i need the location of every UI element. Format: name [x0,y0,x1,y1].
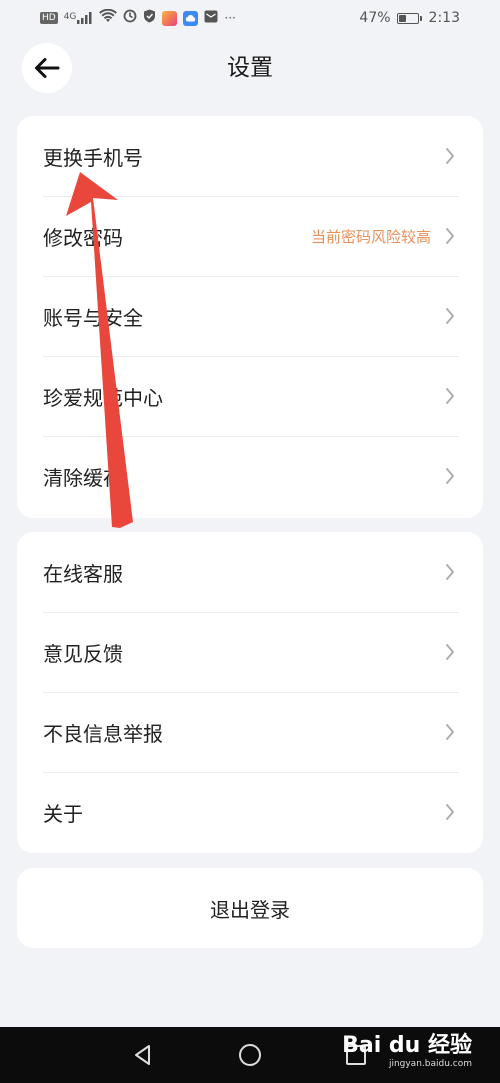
settings-row-about[interactable]: 关于 [17,772,483,852]
chevron-right-icon [443,563,457,581]
row-label: 不良信息举报 [43,721,163,746]
page-header: 设置 [0,36,500,100]
back-button[interactable] [22,43,72,93]
battery-percent: 47% [359,10,391,26]
logout-label: 退出登录 [210,897,290,922]
watermark-logo-text: Bai du 经验 [342,1033,472,1058]
chevron-right-icon [443,307,457,325]
back-triangle-icon [132,1044,154,1066]
chevron-right-icon [443,227,457,245]
chevron-right-icon [443,643,457,661]
row-label: 意见反馈 [43,641,123,666]
row-label: 在线客服 [43,561,123,586]
wifi-icon [99,8,118,27]
settings-row-report[interactable]: 不良信息举报 [17,692,483,772]
logout-button[interactable]: 退出登录 [17,868,483,948]
shield-icon [143,9,156,27]
chevron-right-icon [443,723,457,741]
settings-row-change-password[interactable]: 修改密码 当前密码风险较高 [17,196,483,276]
row-label: 关于 [43,801,83,826]
settings-row-customer-service[interactable]: 在线客服 [17,532,483,612]
sync-icon [123,9,137,27]
page-title: 设置 [227,55,273,81]
row-label: 珍爱规范中心 [43,385,163,410]
home-circle-icon [238,1043,262,1067]
hd-badge: HD [40,12,58,24]
system-home-button[interactable] [230,1035,270,1075]
chevron-right-icon [443,803,457,821]
arrow-left-icon [34,57,60,79]
watermark-url: jingyan.baidu.com [388,1059,472,1069]
chevron-right-icon [443,467,457,485]
battery-level-fill [398,14,406,22]
status-icons-right: 47% 2:13 [359,10,460,26]
app-notification-icon [162,10,178,26]
system-navigation-bar: Bai du 经验 jingyan.baidu.com [0,1027,500,1083]
row-label: 修改密码 [43,225,123,250]
support-settings-card: 在线客服 意见反馈 不良信息举报 关于 [17,532,483,853]
password-risk-hint: 当前密码风险较高 [310,227,431,246]
baidu-jingyan-watermark: Bai du 经验 jingyan.baidu.com [342,1033,472,1070]
row-label: 更换手机号 [43,145,143,170]
battery-icon [396,12,422,24]
settings-row-conduct-center[interactable]: 珍爱规范中心 [17,356,483,436]
status-icons-left: HD 4G ··· [40,8,236,27]
status-bar: HD 4G ··· 47% 2:13 [0,0,500,36]
settings-row-feedback[interactable]: 意见反馈 [17,612,483,692]
row-label: 账号与安全 [43,305,143,330]
chevron-right-icon [443,147,457,165]
row-label: 清除缓存 [43,465,123,490]
clock: 2:13 [428,10,460,26]
more-notifications-icon: ··· [224,11,236,25]
account-settings-card: 更换手机号 修改密码 当前密码风险较高 账号与安全 珍爱规范中心 清除缓存 [17,116,483,518]
cloud-icon [183,10,199,26]
settings-row-account-security[interactable]: 账号与安全 [17,276,483,356]
network-type-label: 4G [63,12,77,22]
mail-icon [204,10,218,27]
chevron-right-icon [443,387,457,405]
system-back-button[interactable] [123,1035,163,1075]
signal-icon: 4G [64,12,94,24]
settings-row-change-phone[interactable]: 更换手机号 [17,116,483,196]
settings-row-clear-cache[interactable]: 清除缓存 [17,436,483,516]
